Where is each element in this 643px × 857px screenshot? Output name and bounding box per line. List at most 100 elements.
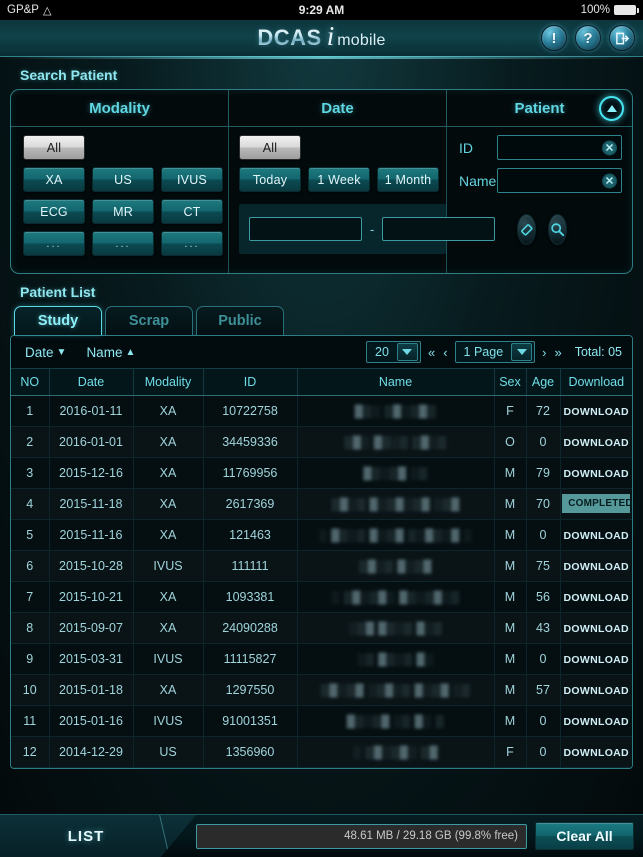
cell-download[interactable]: DOWNLOAD: [560, 705, 632, 737]
download-button[interactable]: DOWNLOAD: [564, 747, 629, 759]
cell-modality: XA: [133, 519, 204, 551]
cell-id: 121463: [203, 519, 298, 551]
cell-date: 2014-12-29: [49, 736, 134, 768]
patient-name-redacted: █▒░ ▒█░▒█▒: [354, 405, 437, 418]
cell-date: 2015-03-31: [49, 643, 134, 675]
table-row[interactable]: 12 2014-12-29 US 1356960 ░ ▒█░▒█░ ▒█ F 0 DOWNLO…: [11, 736, 632, 768]
date-1month-button[interactable]: 1 Month: [377, 167, 439, 192]
page-number-dropdown[interactable]: 1 Page: [454, 341, 536, 363]
download-button[interactable]: DOWNLOAD: [564, 716, 629, 728]
cell-age: 75: [526, 550, 561, 582]
modality-button-area: All XA US IVUS ECG MR CT ... ... ...: [11, 127, 229, 273]
date-range-from-input[interactable]: [249, 217, 362, 241]
cell-download[interactable]: DOWNLOAD: [560, 550, 632, 582]
list-tab-button[interactable]: LIST: [0, 815, 196, 857]
cell-sex: M: [494, 581, 527, 613]
table-row[interactable]: 3 2015-12-16 XA 11769956 █▒░▒█ ░▒ M 79 DOWNLOAD: [11, 457, 632, 489]
download-button[interactable]: DOWNLOAD: [564, 561, 629, 573]
bottom-bar: LIST 48.61 MB / 29.18 GB (99.8% free) Cl…: [0, 814, 643, 857]
info-glyph: !: [551, 29, 557, 47]
cell-download[interactable]: DOWNLOAD: [560, 457, 632, 489]
download-button[interactable]: DOWNLOAD: [564, 623, 629, 635]
cell-download[interactable]: DOWNLOAD: [560, 519, 632, 551]
cell-age: 43: [526, 612, 561, 644]
carrier-label: GP&P: [7, 4, 39, 16]
next-page-button[interactable]: ›: [541, 345, 547, 360]
cell-download[interactable]: DOWNLOAD: [560, 612, 632, 644]
cell-download[interactable]: COMPLETED: [560, 488, 632, 520]
modality-row-4: ... ... ...: [23, 231, 228, 256]
table-row[interactable]: 1 2016-01-11 XA 10722758 █▒░ ▒█░▒█▒ F 72 DOWNLO…: [11, 395, 632, 427]
cell-id: 24090288: [203, 612, 298, 644]
logo-mobile-text: mobile: [337, 32, 386, 49]
page-size-dropdown[interactable]: 20: [365, 341, 421, 363]
help-icon[interactable]: ?: [575, 25, 601, 51]
cell-date: 2015-09-07: [49, 612, 134, 644]
cell-date: 2015-12-16: [49, 457, 134, 489]
table-row[interactable]: 11 2015-01-16 IVUS 91001351 █▒░▒█ ░▒ █░ ▒ M 0 D…: [11, 705, 632, 737]
download-button[interactable]: DOWNLOAD: [564, 654, 629, 666]
table-row[interactable]: 4 2015-11-18 XA 2617369 ▒█░▒ █░▒█░▒█ ░▒█ M 70 C…: [11, 488, 632, 520]
cell-name: █▒░ ▒█░▒█▒: [297, 395, 495, 427]
modality-more-button-2[interactable]: ...: [92, 231, 154, 256]
download-button[interactable]: DOWNLOAD: [564, 437, 629, 449]
modality-xa-button[interactable]: XA: [23, 167, 85, 192]
table-row[interactable]: 7 2015-10-21 XA 1093381 ░ ▒█░▒█░ █▒░▒█░▒ M 56 D…: [11, 581, 632, 613]
date-row-1: All: [239, 135, 446, 160]
tab-study[interactable]: Study: [14, 306, 102, 335]
sort-by-date-button[interactable]: Date ▼: [25, 345, 66, 360]
modality-ecg-button[interactable]: ECG: [23, 199, 85, 224]
cell-download[interactable]: DOWNLOAD: [560, 736, 632, 768]
column-header-download: Download: [560, 369, 632, 396]
tab-scrap[interactable]: Scrap: [105, 306, 193, 335]
cell-modality: XA: [133, 457, 204, 489]
download-button[interactable]: DOWNLOAD: [564, 592, 629, 604]
app-logo: DCAS i mobile: [257, 23, 386, 51]
cell-download[interactable]: DOWNLOAD: [560, 643, 632, 675]
table-row[interactable]: 10 2015-01-18 XA 1297550 ▒█░▒█ ░▒█░▒ █░▒█ ░▒…: [11, 674, 632, 706]
table-row[interactable]: 5 2015-11-16 XA 121463 ░ █▒░▒ █░▒█ ▒░█▒░█ ░ M…: [11, 519, 632, 551]
cell-download[interactable]: DOWNLOAD: [560, 426, 632, 458]
date-1week-button[interactable]: 1 Week: [308, 167, 370, 192]
download-button[interactable]: DOWNLOAD: [564, 530, 629, 542]
download-button[interactable]: DOWNLOAD: [564, 406, 629, 418]
cell-sex: F: [494, 736, 527, 768]
date-all-button[interactable]: All: [239, 135, 301, 160]
chevron-down-glyph: [516, 349, 527, 355]
cell-download[interactable]: DOWNLOAD: [560, 581, 632, 613]
modality-us-button[interactable]: US: [92, 167, 154, 192]
clear-circle-icon[interactable]: ✕: [602, 173, 617, 188]
sort-by-name-button[interactable]: Name ▲: [86, 345, 135, 360]
logout-icon[interactable]: [609, 25, 635, 51]
cell-no: 1: [11, 395, 50, 427]
table-row[interactable]: 2 2016-01-01 XA 34459336 ▒█░ █▒░▒ ▒█░▒ O 0 DOWN…: [11, 426, 632, 458]
first-page-button[interactable]: «: [427, 345, 436, 360]
last-page-button[interactable]: »: [554, 345, 563, 360]
chevron-up-icon[interactable]: [599, 96, 624, 121]
modality-mr-button[interactable]: MR: [92, 199, 154, 224]
download-button[interactable]: DOWNLOAD: [564, 468, 629, 480]
modality-ct-button[interactable]: CT: [161, 199, 223, 224]
modality-more-button-3[interactable]: ...: [161, 231, 223, 256]
table-row[interactable]: 9 2015-03-31 IVUS 11115827 ░▒ █▒░▒ █░ M 0 DOWNL…: [11, 643, 632, 675]
download-button[interactable]: DOWNLOAD: [564, 685, 629, 697]
table-row[interactable]: 6 2015-10-28 IVUS 111111 ▒█░▒ █░▒█ M 75 DOWNLOA…: [11, 550, 632, 582]
chevron-down-icon[interactable]: [511, 343, 533, 361]
modality-more-button-1[interactable]: ...: [23, 231, 85, 256]
cell-download[interactable]: DOWNLOAD: [560, 395, 632, 427]
clear-all-button[interactable]: Clear All: [535, 822, 634, 850]
cell-download[interactable]: DOWNLOAD: [560, 674, 632, 706]
clear-circle-icon[interactable]: ✕: [602, 140, 617, 155]
modality-ivus-button[interactable]: IVUS: [161, 167, 223, 192]
chevron-down-icon[interactable]: [396, 343, 418, 361]
info-icon[interactable]: !: [541, 25, 567, 51]
cell-id: 11115827: [203, 643, 298, 675]
help-glyph: ?: [583, 29, 593, 47]
table-row[interactable]: 8 2015-09-07 XA 24090288 ░▒█ █▒░▒ █░▒ M 43 DOWN…: [11, 612, 632, 644]
cell-date: 2015-10-28: [49, 550, 134, 582]
date-today-button[interactable]: Today: [239, 167, 301, 192]
prev-page-button[interactable]: ‹: [442, 345, 448, 360]
patient-table: NO Date Modality ID Name Sex Age Downloa…: [11, 369, 632, 768]
modality-all-button[interactable]: All: [23, 135, 85, 160]
tab-public[interactable]: Public: [196, 306, 284, 335]
